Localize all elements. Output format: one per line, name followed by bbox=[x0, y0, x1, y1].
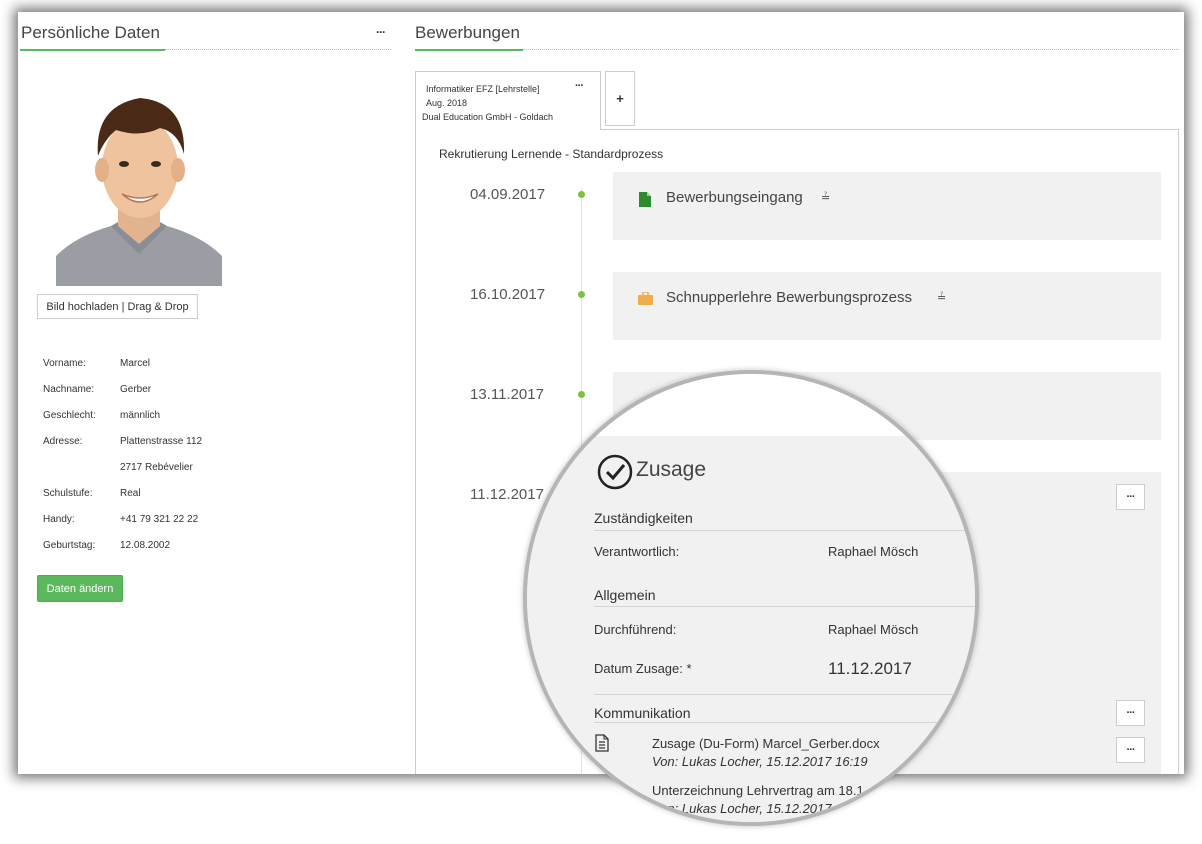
info-value: Real bbox=[120, 488, 141, 499]
document-icon bbox=[639, 192, 651, 212]
info-value: Gerber bbox=[120, 384, 152, 395]
add-tab-button[interactable]: + bbox=[605, 71, 635, 126]
section-rule bbox=[594, 722, 975, 723]
section-kommunikation: Kommunikation bbox=[594, 705, 691, 721]
tab-line-3: Dual Education GmbH - Goldach bbox=[422, 112, 554, 122]
step-card[interactable] bbox=[613, 172, 1161, 240]
section-rule bbox=[594, 606, 975, 607]
durchfuehrend-value: Raphael Mösch bbox=[828, 622, 919, 637]
info-label: Geschlecht: bbox=[43, 410, 96, 421]
applications-underline bbox=[415, 49, 523, 51]
briefcase-icon bbox=[638, 291, 653, 310]
info-label: Schulstufe: bbox=[43, 488, 93, 499]
step-date: 16.10.2017 bbox=[470, 286, 546, 303]
step-card[interactable] bbox=[613, 272, 1161, 340]
magnifier-content: Zusage Zuständigkeiten Verantwortlich: R… bbox=[527, 374, 975, 822]
verantwortlich-value: Raphael Mösch bbox=[828, 544, 919, 559]
row-rule bbox=[594, 694, 975, 695]
magnifier-lens: Zusage Zuständigkeiten Verantwortlich: R… bbox=[523, 370, 979, 826]
timeline-dot bbox=[578, 191, 585, 198]
personal-data-divider bbox=[165, 49, 391, 50]
magnifier-top-area bbox=[527, 374, 975, 436]
document-more-button[interactable]: ··· bbox=[1116, 737, 1145, 763]
info-value: +41 79 321 22 22 bbox=[120, 514, 199, 525]
datum-zusage-value[interactable]: 11.12.2017 bbox=[828, 659, 912, 679]
section-zustaendigkeiten: Zuständigkeiten bbox=[594, 510, 693, 526]
chevron-down-icon[interactable]: ≟ bbox=[937, 291, 946, 304]
step-label: Schnupperlehre Bewerbungsprozess bbox=[666, 289, 912, 306]
applications-divider bbox=[523, 49, 1179, 50]
panel-top-border bbox=[601, 129, 1179, 130]
document-name[interactable]: Zusage (Du-Form) Marcel_Gerber.docx bbox=[652, 736, 880, 751]
chevron-down-icon[interactable]: ≟ bbox=[821, 191, 830, 204]
info-value: Marcel bbox=[120, 358, 151, 369]
step-date: 04.09.2017 bbox=[470, 186, 546, 203]
info-value: Plattenstrasse 112 bbox=[120, 436, 203, 447]
section-allgemein: Allgemein bbox=[594, 587, 656, 603]
communication-more-button[interactable]: ··· bbox=[1116, 700, 1145, 726]
personal-data-title: Persönliche Daten bbox=[21, 23, 160, 42]
tab-application[interactable]: Informatiker EFZ [Lehrstelle] Aug. 2018 … bbox=[415, 71, 601, 130]
document-meta: Von: Lukas Locher, 15.12.2017 bbox=[652, 801, 832, 816]
verantwortlich-label: Verantwortlich: bbox=[594, 544, 680, 559]
timeline-dot bbox=[578, 291, 585, 298]
info-label: Geburtstag: bbox=[43, 540, 96, 551]
tab-more-button[interactable]: ··· bbox=[575, 80, 584, 92]
info-value: 12.08.2002 bbox=[120, 540, 171, 551]
durchfuehrend-label: Durchführend: bbox=[594, 622, 677, 637]
section-rule bbox=[594, 530, 975, 531]
applications-title: Bewerbungen bbox=[415, 23, 520, 42]
datum-zusage-label: Datum Zusage: * bbox=[594, 661, 692, 676]
process-title: Rekrutierung Lernende - Standardprozess bbox=[439, 147, 664, 161]
personal-data-underline bbox=[20, 49, 165, 51]
info-value: 2717 Rebévelier bbox=[120, 462, 193, 473]
edit-data-button[interactable]: Daten ändern bbox=[37, 575, 123, 602]
upload-image-button[interactable]: Bild hochladen | Drag & Drop bbox=[37, 294, 198, 319]
step-more-button[interactable]: ··· bbox=[1116, 484, 1145, 510]
document-meta: Von: Lukas Locher, 15.12.2017 16:19 bbox=[652, 754, 868, 769]
info-label: Handy: bbox=[43, 514, 75, 525]
file-text-icon bbox=[595, 734, 609, 757]
info-label: Vorname: bbox=[43, 358, 86, 369]
info-label: Adresse: bbox=[43, 436, 83, 447]
tab-line-2: Aug. 2018 bbox=[426, 98, 468, 108]
avatar bbox=[56, 86, 222, 286]
document-name[interactable]: Unterzeichnung Lehrvertrag am 18.1 bbox=[652, 783, 864, 798]
zusage-title: Zusage bbox=[636, 458, 707, 481]
step-label: Bewerbungseingang bbox=[666, 189, 803, 206]
tab-line-1: Informatiker EFZ [Lehrstelle] bbox=[426, 84, 540, 94]
info-value: männlich bbox=[120, 410, 161, 421]
personal-data-more-button[interactable]: ··· bbox=[376, 25, 386, 39]
info-label: Nachname: bbox=[43, 384, 95, 395]
check-circle-icon bbox=[597, 454, 633, 495]
